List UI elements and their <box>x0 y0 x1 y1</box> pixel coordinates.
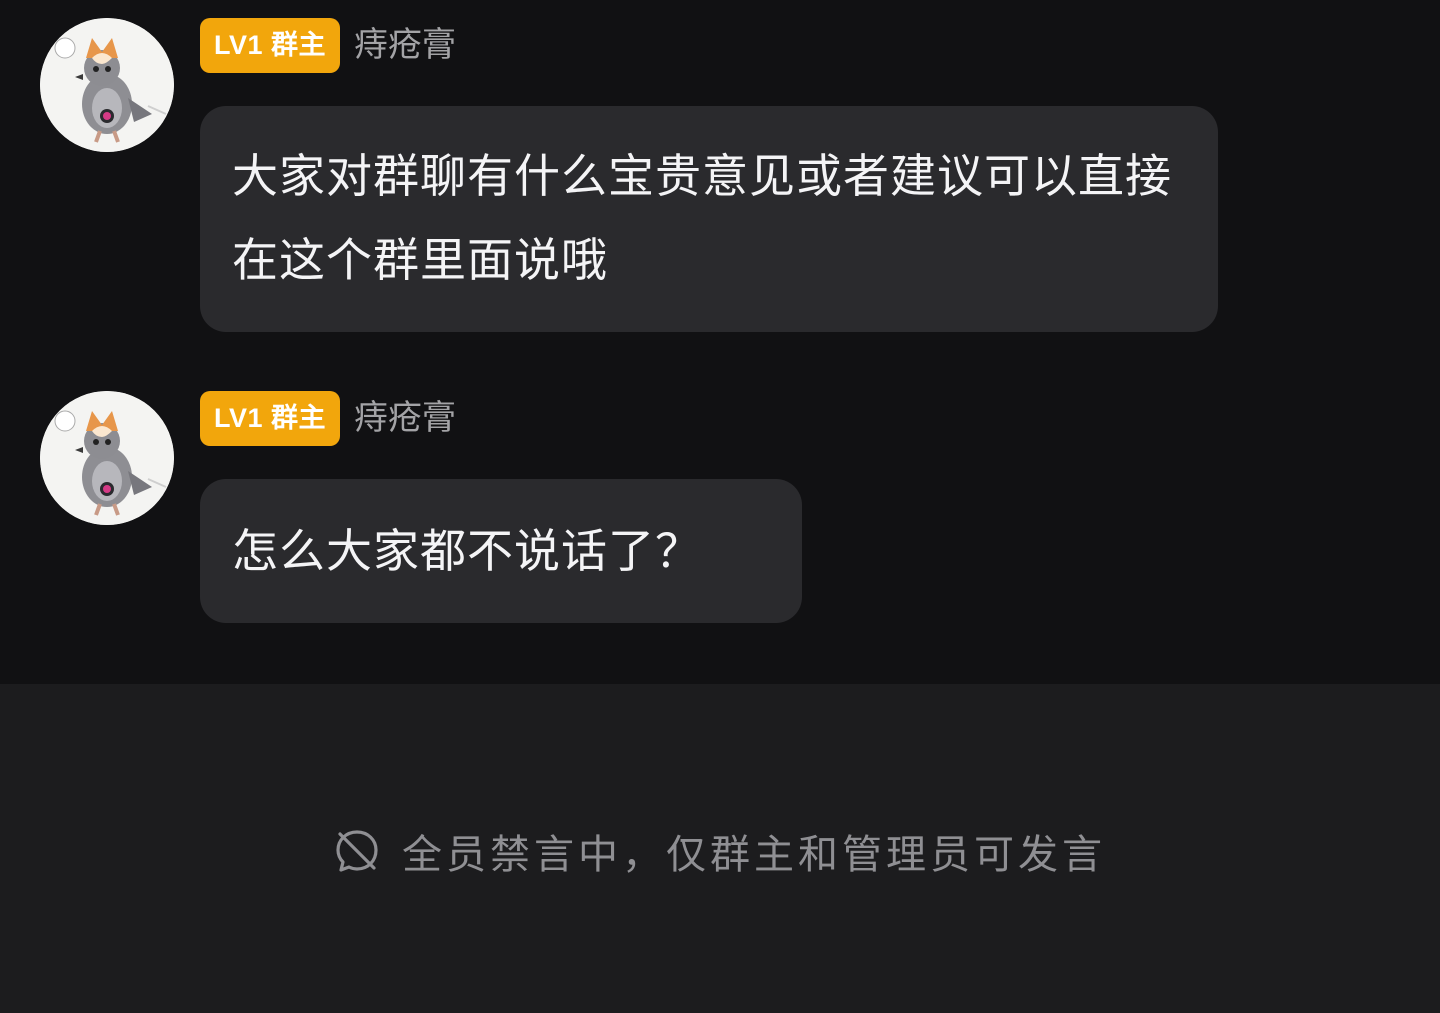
message-text: 怎么大家都不说话了？ <box>232 524 702 578</box>
mute-notice: 全员禁言中，仅群主和管理员可发言 <box>0 826 1440 878</box>
sender-name[interactable]: 痔疮膏 <box>354 18 456 73</box>
level-owner-badge: LV1 群主 <box>200 391 341 446</box>
chat-message: LV1 群主 痔疮膏 大家对群聊有什么宝贵意见或者建议可以直接在这个群里面说哦 <box>0 0 1440 340</box>
message-bubble[interactable]: 大家对群聊有什么宝贵意见或者建议可以直接在这个群里面说哦 <box>200 106 1218 332</box>
sender-avatar[interactable] <box>40 18 174 152</box>
level-owner-badge: LV1 群主 <box>200 18 341 73</box>
pigeon-shiba-avatar-icon <box>40 391 174 525</box>
sender-name[interactable]: 痔疮膏 <box>354 391 456 446</box>
message-text: 大家对群聊有什么宝贵意见或者建议可以直接在这个群里面说哦 <box>232 149 1172 287</box>
chat-message-list: LV1 群主 痔疮膏 大家对群聊有什么宝贵意见或者建议可以直接在这个群里面说哦 <box>0 0 1440 684</box>
pigeon-shiba-avatar-icon <box>40 18 174 152</box>
sender-meta: LV1 群主 痔疮膏 <box>200 18 456 73</box>
mute-icon <box>336 830 378 872</box>
mute-notice-text: 全员禁言中，仅群主和管理员可发言 <box>402 832 1106 878</box>
chat-message: LV1 群主 痔疮膏 怎么大家都不说话了？ <box>0 373 1440 633</box>
message-bubble[interactable]: 怎么大家都不说话了？ <box>200 479 802 623</box>
sender-meta: LV1 群主 痔疮膏 <box>200 391 456 446</box>
sender-avatar[interactable] <box>40 391 174 525</box>
